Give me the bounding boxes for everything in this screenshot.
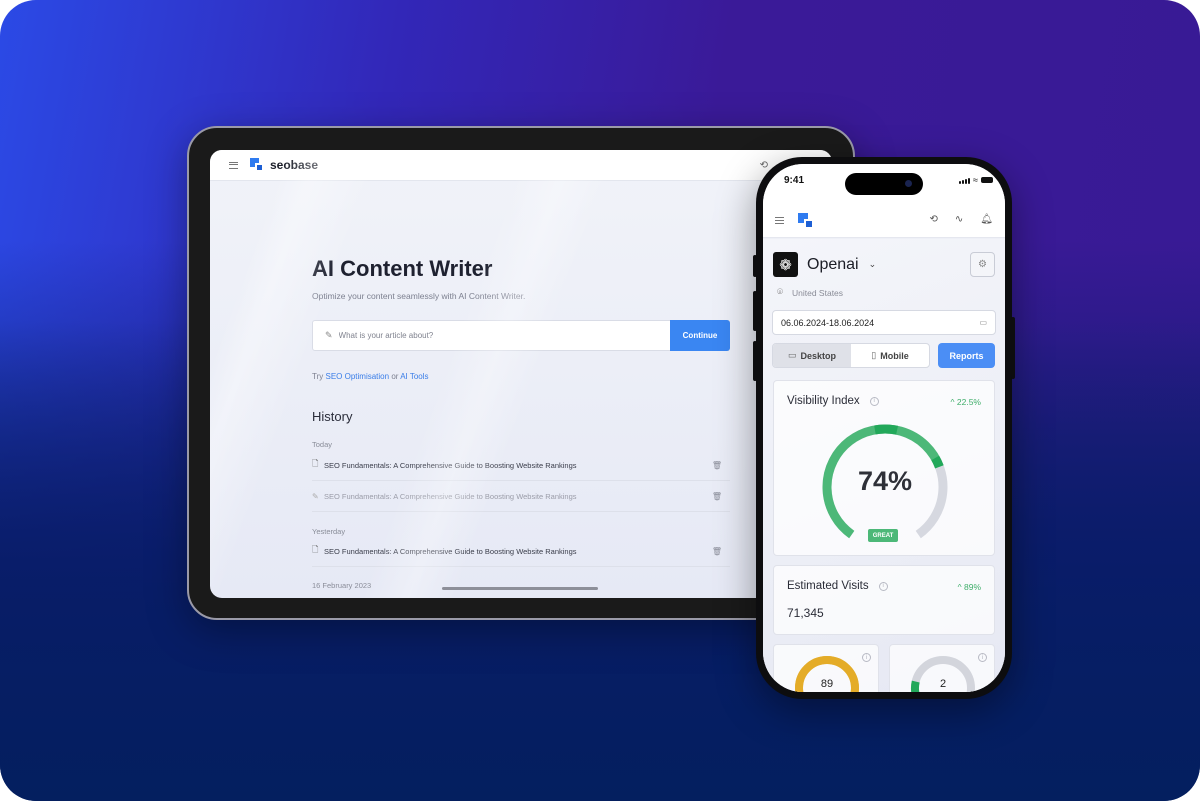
page-subtitle: Optimize your content seamlessly with AI… [312, 291, 526, 301]
status-icons: ≈ [959, 175, 993, 185]
try-or: or [391, 372, 399, 381]
dashboard: ❁ Openai ⌄ ⚙ ⌾ United States 06.06.2024-… [763, 239, 1005, 692]
history-item-title: SEO Fundamentals: A Comprehensive Guide … [324, 460, 577, 470]
phone-appbar: ⟲ ∿ 🔔︎ [763, 204, 1005, 238]
info-icon[interactable]: i [862, 653, 871, 662]
try-prefix: Try [312, 372, 324, 381]
phone-volume-up-button [753, 291, 757, 331]
article-topic-input[interactable] [338, 331, 670, 340]
reports-button[interactable]: Reports [938, 343, 995, 368]
visibility-title: Visibility Index [787, 395, 860, 407]
location: ⌾ United States [777, 287, 843, 298]
openai-logo-icon: ❁ [773, 252, 798, 277]
mobile-tab-label: Mobile [880, 350, 909, 361]
phone-volume-down-button [753, 341, 757, 381]
info-icon[interactable]: i [878, 581, 888, 591]
mini-metric-value: 89 [820, 678, 834, 690]
pencil-icon: ✎ [312, 491, 319, 501]
menu-icon[interactable] [775, 217, 784, 224]
settings-button[interactable]: ⚙ [970, 252, 995, 277]
location-pin-icon: ⌾ [777, 287, 783, 298]
mini-metric-value: 2 [939, 678, 947, 690]
brand-name: seobase [270, 158, 319, 172]
history-item[interactable]: 🗋 SEO Fundamentals: A Comprehensive Guid… [312, 450, 730, 481]
history-item[interactable]: ✎ SEO Fundamentals: A Comprehensive Guid… [312, 481, 730, 512]
phone-mute-button [753, 255, 757, 277]
mini-metric-card: i 89 [773, 644, 879, 692]
appbar-actions: ⟲ ∿ 🔔︎ [930, 214, 993, 225]
document-icon: 🗋 [312, 459, 319, 468]
home-indicator[interactable] [442, 587, 598, 590]
date-range-value: 06.06.2024-18.06.2024 [781, 317, 875, 328]
smartphone-icon: ▯ [871, 350, 877, 360]
seobase-logo-icon [250, 158, 264, 172]
trash-icon[interactable]: 🗑 [712, 461, 722, 470]
ai-tools-link[interactable]: AI Tools [400, 372, 428, 381]
pencil-icon: ✎ [325, 330, 333, 340]
trash-icon[interactable]: 🗑 [712, 547, 722, 556]
wifi-icon: ≈ [973, 175, 978, 185]
history-item-title: SEO Fundamentals: A Comprehensive Guide … [324, 546, 577, 556]
estimated-visits-delta: ^ 89% [957, 582, 981, 592]
bell-icon[interactable]: 🔔︎ [980, 214, 993, 225]
info-icon[interactable]: i [978, 653, 987, 662]
page-title: AI Content Writer [312, 256, 493, 281]
estimated-visits-delta-value: 89% [963, 582, 981, 592]
project-selector[interactable]: ❁ Openai ⌄ [773, 252, 876, 277]
info-icon[interactable]: i [869, 396, 879, 406]
document-icon: 🗋 [312, 545, 319, 554]
history-group-label: Today [312, 440, 333, 449]
status-bar: 9:41 ≈ [763, 164, 1005, 204]
calendar-icon: ▭ [979, 318, 987, 327]
estimated-visits-card: Estimated Visits i ^ 89% 71,345 [773, 565, 995, 635]
history-group-label: Yesterday [312, 527, 346, 536]
mobile-tab[interactable]: ▯ Mobile [851, 344, 929, 367]
visibility-delta-value: 22.5% [956, 397, 981, 407]
screen-glare [210, 150, 832, 598]
date-range-picker[interactable]: 06.06.2024-18.06.2024 ▭ [772, 310, 996, 335]
gauge-segment-accent [874, 424, 898, 435]
location-label: United States [792, 287, 844, 298]
gauge-value: 74% [857, 466, 913, 496]
mini-metric-card: i2 [889, 644, 995, 692]
chevron-down-icon: ⌄ [868, 259, 877, 269]
status-time: 9:41 [784, 175, 805, 186]
history-heading: History [312, 409, 353, 424]
suggestions: Try SEO Optimisation or AI Tools [312, 372, 429, 381]
seo-optimisation-link[interactable]: SEO Optimisation [326, 372, 390, 381]
desktop-tab-label: Desktop [800, 350, 837, 361]
menu-icon[interactable] [229, 161, 238, 169]
history-group-label: 16 February 2023 [312, 581, 372, 590]
article-topic-field: ✎ Continue [312, 320, 730, 351]
phone-screen: 9:41 ≈ ⟲ ∿ 🔔︎ ❁ Openai ⌄ ⚙ ⌾ United Stat… [763, 164, 1005, 692]
device-toggle: ▭ Desktop ▯ Mobile [772, 343, 930, 368]
estimated-visits-value: 71,345 [787, 606, 824, 620]
phone-device: 9:41 ≈ ⟲ ∿ 🔔︎ ❁ Openai ⌄ ⚙ ⌾ United Stat… [753, 157, 1015, 699]
visibility-delta: ^ 22.5% [950, 397, 981, 407]
history-item-title: SEO Fundamentals: A Comprehensive Guide … [324, 491, 577, 501]
visibility-gauge: 74% GREAT [819, 421, 951, 553]
card-title: Estimated Visits i [787, 580, 888, 592]
dynamic-island [845, 173, 923, 195]
phone-power-button [1011, 317, 1015, 379]
history-icon[interactable]: ⟲ [930, 214, 938, 225]
trash-icon[interactable]: 🗑 [712, 492, 722, 501]
battery-icon [981, 177, 993, 183]
signal-icon [959, 178, 971, 184]
project-name: Openai [807, 255, 859, 273]
history-item[interactable]: 🗋 SEO Fundamentals: A Comprehensive Guid… [312, 536, 730, 567]
desktop-tab[interactable]: ▭ Desktop [773, 344, 851, 367]
estimated-visits-title: Estimated Visits [787, 580, 869, 592]
tablet-screen: seobase ⟲ AI Content Writer Optimize you… [210, 150, 832, 598]
gear-icon: ⚙ [978, 259, 987, 270]
tablet-topbar: seobase ⟲ [210, 150, 832, 181]
card-title: Visibility Index i [787, 395, 879, 407]
activity-icon[interactable]: ∿ [955, 214, 963, 225]
seobase-logo-icon [798, 212, 814, 229]
gauge-badge: GREAT [868, 529, 898, 542]
monitor-icon: ▭ [787, 350, 797, 360]
visibility-index-card: Visibility Index i ^ 22.5% 74% GREAT [773, 380, 995, 556]
continue-button[interactable]: Continue [670, 320, 730, 351]
